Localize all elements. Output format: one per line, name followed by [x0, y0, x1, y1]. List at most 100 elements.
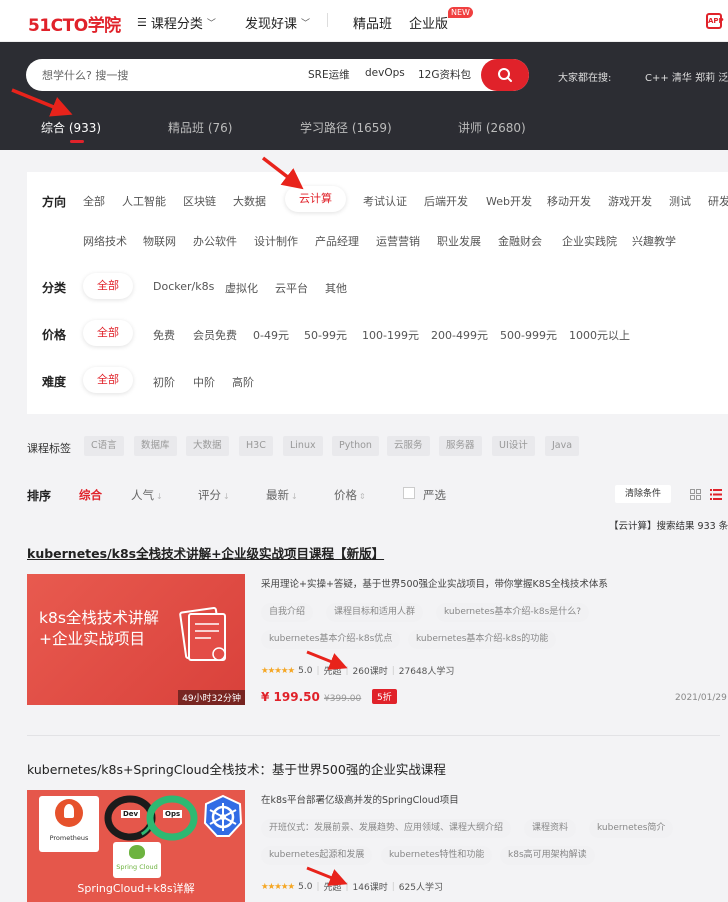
filter-option[interactable]: 初阶	[153, 374, 175, 390]
filter-option[interactable]: 人工智能	[122, 193, 166, 209]
top-nav: 51CTO学院 ☰ 课程分类 ﹀ 发现好课 ﹀ 精品班 企业版 NEW APP	[0, 0, 728, 42]
filter-option[interactable]: 大数据	[233, 193, 266, 209]
chapter-chip[interactable]: kubernetes特性和功能	[381, 846, 493, 865]
filter-option[interactable]: 云平台	[275, 280, 308, 296]
filter-option[interactable]: 其他	[325, 280, 347, 296]
trending-terms[interactable]: C++ 清华 郑莉 泛	[645, 69, 728, 84]
course-thumbnail[interactable]: Prometheus Dev Ops Spring Cloud SpringCl…	[27, 790, 245, 902]
filter-label-direction: 方向	[42, 195, 67, 209]
list-view-icon[interactable]	[710, 489, 722, 500]
search-button[interactable]	[481, 59, 529, 91]
filter-option-selected[interactable]: 全部	[83, 320, 133, 346]
nav-premium-class[interactable]: 精品班	[353, 13, 392, 32]
filter-option[interactable]: 产品经理	[315, 233, 359, 249]
filter-option[interactable]: 设计制作	[254, 233, 298, 249]
filter-option[interactable]: 企业实践院	[562, 233, 617, 249]
chapter-chip[interactable]: kubernetes基本介绍-k8s的功能	[408, 630, 557, 649]
filter-label-category: 分类	[42, 281, 67, 295]
devops-logo: Dev Ops	[103, 794, 199, 842]
hot-keyword[interactable]: SRE运维	[308, 67, 350, 82]
chapter-chip[interactable]: k8s高可用架构解读	[500, 846, 595, 865]
filter-option[interactable]: 研发	[708, 193, 728, 209]
app-download-icon[interactable]: APP	[706, 13, 724, 29]
filter-option[interactable]: Web开发	[486, 193, 532, 209]
filter-option[interactable]: 100-199元	[362, 327, 419, 343]
grid-view-icon[interactable]	[690, 489, 701, 500]
chapter-chip[interactable]: kubernetes起源和发展	[261, 846, 373, 865]
filter-option[interactable]: 免费	[153, 327, 175, 343]
nav-course-category[interactable]: ☰ 课程分类 ﹀	[137, 13, 216, 32]
nav-enterprise[interactable]: 企业版	[409, 13, 448, 32]
clear-filters-button[interactable]: 清除条件	[615, 485, 672, 503]
course-tag[interactable]: Python	[332, 436, 379, 456]
sort-rating[interactable]: 评分 ↓	[198, 487, 230, 503]
filter-option[interactable]: 200-499元	[431, 327, 488, 343]
filter-option[interactable]: 物联网	[143, 233, 176, 249]
chapter-chip[interactable]: 自我介绍	[261, 603, 314, 622]
star-rating-icon: ★★★★★	[261, 665, 295, 676]
sort-popularity[interactable]: 人气 ↓	[131, 487, 163, 503]
filter-option[interactable]: 兴趣教学	[632, 233, 676, 249]
course-tag[interactable]: Linux	[283, 436, 323, 456]
course-tag[interactable]: 云服务	[387, 436, 430, 456]
strict-select-label[interactable]: 严选	[423, 487, 446, 503]
filter-option[interactable]: 会员免费	[193, 327, 237, 343]
course-tag[interactable]: 大数据	[186, 436, 229, 456]
filter-option[interactable]: 0-49元	[253, 327, 289, 343]
course-tag[interactable]: C语言	[84, 436, 124, 456]
filter-option[interactable]: 全部	[83, 193, 105, 209]
tab-lecturer[interactable]: 讲师 (2680)	[458, 119, 526, 136]
filter-option[interactable]: 游戏开发	[608, 193, 652, 209]
filter-option[interactable]: 考试认证	[363, 193, 407, 209]
chapter-chip[interactable]: 开班仪式：发展前景、发展趋势、应用领域、课程大纲介绍	[261, 819, 512, 838]
site-logo[interactable]: 51CTO学院	[28, 11, 121, 36]
chapter-chip[interactable]: 课程资料	[524, 819, 577, 838]
course-tag[interactable]: Java	[545, 436, 580, 456]
filter-option-selected[interactable]: 全部	[83, 273, 133, 299]
filter-option[interactable]: 高阶	[232, 374, 254, 390]
filter-option[interactable]: 后端开发	[424, 193, 468, 209]
course-tag[interactable]: UI设计	[492, 436, 535, 456]
filter-option-selected[interactable]: 云计算	[285, 186, 346, 212]
course-tag[interactable]: 数据库	[134, 436, 177, 456]
filter-option[interactable]: 运营营销	[376, 233, 420, 249]
sort-price[interactable]: 价格 ⇕	[334, 487, 366, 503]
filter-option[interactable]: 职业发展	[437, 233, 481, 249]
chapter-chip[interactable]: kubernetes基本介绍-k8s是什么?	[436, 603, 590, 622]
sort-newest[interactable]: 最新 ↓	[266, 487, 298, 503]
course-title[interactable]: kubernetes/k8s+SpringCloud全栈技术：基于世界500强的…	[27, 759, 446, 778]
tab-learning-path[interactable]: 学习路径 (1659)	[300, 119, 392, 136]
course-thumbnail[interactable]: k8s全栈技术讲解+企业实战项目 49小时32分钟	[27, 574, 245, 705]
strict-select-checkbox[interactable]	[403, 487, 415, 499]
sort-label: 排序	[27, 489, 52, 503]
sort-comprehensive[interactable]: 综合	[79, 487, 102, 503]
filter-option[interactable]: 区块链	[183, 193, 216, 209]
filter-option[interactable]: 测试	[669, 193, 691, 209]
hot-keyword[interactable]: 12G资料包	[418, 67, 471, 82]
filter-option[interactable]: 虚拟化	[225, 280, 258, 296]
filter-option[interactable]: 中阶	[193, 374, 215, 390]
chevron-down-icon: ﹀	[301, 19, 311, 29]
search-input[interactable]: 想学什么? 搜一搜	[42, 67, 128, 83]
filter-option[interactable]: 金融财会	[498, 233, 542, 249]
tab-premium[interactable]: 精品班 (76)	[168, 119, 232, 136]
filter-option[interactable]: 50-99元	[304, 327, 347, 343]
filter-option[interactable]: Docker/k8s	[153, 280, 214, 293]
chapter-chip[interactable]: kubernetes基本介绍-k8s优点	[261, 630, 401, 649]
course-title[interactable]: kubernetes/k8s全栈技术讲解+企业级实战项目课程【新版】	[27, 543, 384, 562]
course-tag[interactable]: 服务器	[439, 436, 482, 456]
chapter-chip[interactable]: kubernetes简介	[589, 819, 674, 838]
filter-option[interactable]: 网络技术	[83, 233, 127, 249]
filter-option[interactable]: 办公软件	[193, 233, 237, 249]
chapter-chip[interactable]: 课程目标和适用人群	[326, 603, 424, 622]
filter-option[interactable]: 500-999元	[500, 327, 557, 343]
nav-discover-courses[interactable]: 发现好课 ﹀	[245, 13, 310, 32]
course-date: 2021/01/29	[675, 693, 727, 703]
filter-option[interactable]: 1000元以上	[569, 327, 630, 343]
hot-keyword[interactable]: devOps	[365, 67, 405, 79]
search-box[interactable]: 想学什么? 搜一搜 SRE运维 devOps 12G资料包	[26, 59, 529, 91]
tab-all[interactable]: 综合 (933)	[41, 119, 101, 136]
filter-option-selected[interactable]: 全部	[83, 367, 133, 393]
course-tag[interactable]: H3C	[239, 436, 273, 456]
filter-option[interactable]: 移动开发	[547, 193, 591, 209]
